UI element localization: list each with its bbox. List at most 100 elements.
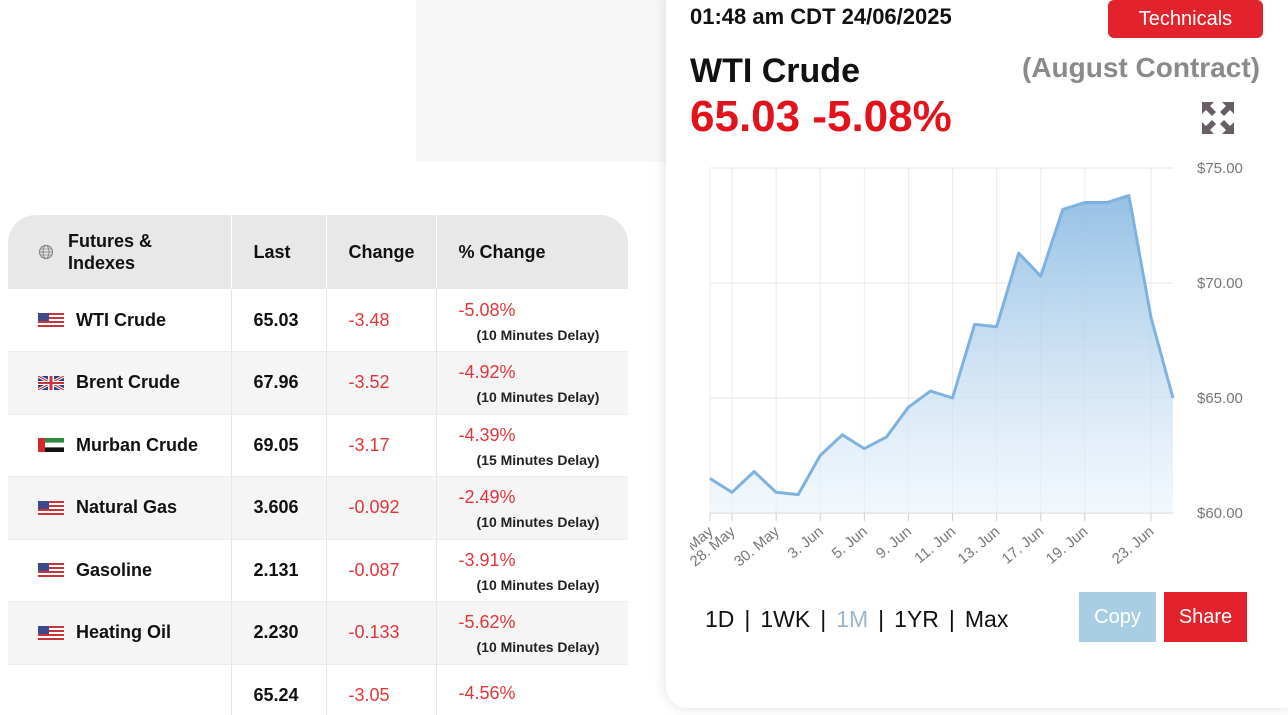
pct-change-cell: -2.49% (10 Minutes Delay) (436, 476, 628, 540)
price-chart[interactable]: $75.00 $70.00 $65.00 $60.00 May28. May30. M… (690, 150, 1270, 590)
last-cell: 2.230 (231, 601, 327, 665)
us-flag-icon (38, 563, 64, 578)
table-row[interactable]: WTI Crude 65.03 -3.48 -5.08% (10 Minutes Del… (8, 289, 628, 352)
last-cell: 67.96 (231, 351, 327, 415)
range-1m[interactable]: 1M (836, 606, 868, 633)
pct-change-cell: -4.39% (15 Minutes Delay) (436, 414, 628, 477)
price-change: 65.03 -5.08% (690, 92, 952, 141)
x-tick-label: 5. Jun (829, 523, 871, 562)
range-selector: 1D | 1WK | 1M | 1YR | Max (705, 606, 1008, 633)
row-name-cell[interactable]: Natural Gas (8, 476, 232, 540)
technicals-button[interactable]: Technicals (1108, 0, 1263, 38)
change-cell: -3.48 (326, 289, 437, 352)
row-name-cell[interactable]: Heating Oil (8, 601, 232, 665)
last-cell: 69.05 (231, 414, 327, 477)
last-cell: 3.606 (231, 476, 327, 540)
uae-flag-icon (38, 438, 64, 453)
pct-change-cell: -4.92% (10 Minutes Delay) (436, 351, 628, 415)
instrument-name[interactable]: WTI Crude (76, 310, 166, 331)
table-row[interactable]: Murban Crude 69.05 -3.17 -4.39% (15 Minutes … (8, 414, 628, 477)
range-separator: | (744, 606, 751, 632)
range-1yr[interactable]: 1YR (894, 606, 939, 633)
row-name-cell[interactable]: Brent Crude (8, 351, 232, 415)
pct-change-cell: -3.91% (10 Minutes Delay) (436, 539, 628, 602)
instrument-name[interactable]: Brent Crude (76, 372, 180, 393)
header-pct-change[interactable]: % Change (436, 215, 628, 289)
last-cell: 65.24 (231, 664, 327, 715)
change-cell: -3.05 (326, 664, 437, 715)
price-area (710, 195, 1173, 513)
y-tick-label: $65.00 (1197, 390, 1243, 407)
share-button[interactable]: Share (1164, 592, 1247, 642)
us-flag-icon (38, 313, 64, 327)
header-futures-indexes[interactable]: Futures & Indexes (8, 215, 232, 289)
x-tick-label: 23. Jun (1109, 523, 1158, 568)
x-tick-label: 3. Jun (785, 523, 827, 562)
pct-value: -2.49% (458, 487, 516, 508)
last-cell: 65.03 (231, 289, 327, 352)
x-tick-label: 9. Jun (873, 523, 915, 562)
futures-table: Futures & Indexes Last Change % Change W… (8, 215, 628, 715)
globe-icon (38, 244, 54, 260)
uk-flag-icon (38, 375, 64, 390)
copy-button[interactable]: Copy (1079, 592, 1156, 642)
x-tick-label: 13. Jun (955, 523, 1004, 568)
row-name-cell[interactable]: WTI Crude (8, 289, 232, 352)
delay-note: (10 Minutes Delay) (476, 514, 600, 531)
y-tick-label: $75.00 (1197, 160, 1243, 177)
range-1wk[interactable]: 1WK (760, 606, 810, 633)
change-cell: -0.133 (326, 601, 437, 665)
expand-arrows-icon[interactable] (1200, 100, 1236, 136)
x-tick-label: 17. Jun (999, 523, 1048, 568)
change-cell: -3.17 (326, 414, 437, 477)
range-1d[interactable]: 1D (705, 606, 734, 633)
us-flag-icon (38, 500, 64, 515)
table-header-row: Futures & Indexes Last Change % Change (8, 215, 628, 289)
pct-change-cell: -5.08% (10 Minutes Delay) (436, 289, 628, 352)
pct-value: -5.62% (458, 612, 516, 633)
change-cell: -3.52 (326, 351, 437, 415)
x-tick-label: 19. Jun (1043, 523, 1092, 568)
header-name-label: Futures & Indexes (68, 231, 153, 273)
pct-change-cell: -5.62% (10 Minutes Delay) (436, 601, 628, 665)
table-row[interactable]: Brent Crude 67.96 -3.52 -4.92% (10 Minutes D… (8, 351, 628, 415)
instrument-title: WTI Crude (690, 52, 860, 90)
pct-value: -4.39% (458, 424, 516, 445)
table-row[interactable]: Heating Oil 2.230 -0.133 -5.62% (10 Minutes … (8, 601, 628, 665)
y-tick-label: $70.00 (1197, 275, 1243, 292)
last-cell: 2.131 (231, 539, 327, 602)
pct-value: -4.92% (458, 362, 516, 383)
pct-value: -3.91% (458, 549, 516, 570)
change-cell: -0.087 (326, 539, 437, 602)
instrument-name[interactable]: Heating Oil (76, 622, 171, 643)
instrument-name[interactable]: Natural Gas (76, 497, 177, 518)
range-separator: | (878, 606, 885, 632)
table-row[interactable]: Gasoline 2.131 -0.087 -3.91% (10 Minutes Del… (8, 539, 628, 602)
contract-label: (August Contract) (1022, 52, 1260, 83)
row-name-cell[interactable]: Gasoline (8, 539, 232, 602)
y-axis-ticks: $75.00 $70.00 $65.00 $60.00 (1197, 160, 1243, 522)
range-max[interactable]: Max (965, 606, 1008, 633)
row-name-cell[interactable]: Murban Crude (8, 414, 232, 477)
table-row[interactable]: Natural Gas 3.606 -0.092 -2.49% (10 Minutes … (8, 476, 628, 540)
x-tick-label: 30. May (731, 523, 783, 571)
background-panel (416, 0, 676, 162)
pct-change-cell: -4.56% (436, 664, 628, 715)
pct-value: -4.56% (458, 682, 516, 703)
header-change[interactable]: Change (326, 215, 437, 289)
table-row[interactable]: 65.24 -3.05 -4.56% (8, 664, 628, 715)
instrument-name[interactable]: Gasoline (76, 560, 152, 581)
range-separator: | (820, 606, 827, 632)
us-flag-icon (38, 625, 64, 640)
row-name-cell[interactable] (8, 664, 232, 715)
instrument-name[interactable]: Murban Crude (76, 435, 198, 456)
delay-note: (10 Minutes Delay) (476, 326, 600, 343)
header-last[interactable]: Last (231, 215, 327, 289)
range-separator: | (948, 606, 955, 632)
y-tick-label: $60.00 (1197, 505, 1243, 522)
pct-value: -5.08% (458, 299, 516, 320)
delay-note: (10 Minutes Delay) (476, 576, 600, 593)
timestamp: 01:48 am CDT 24/06/2025 (690, 4, 952, 29)
x-axis-ticks: May28. May30. May 3. Jun 5. Jun 9. Jun11. J… (690, 513, 1158, 570)
x-tick-label: 11. Jun (911, 523, 959, 567)
